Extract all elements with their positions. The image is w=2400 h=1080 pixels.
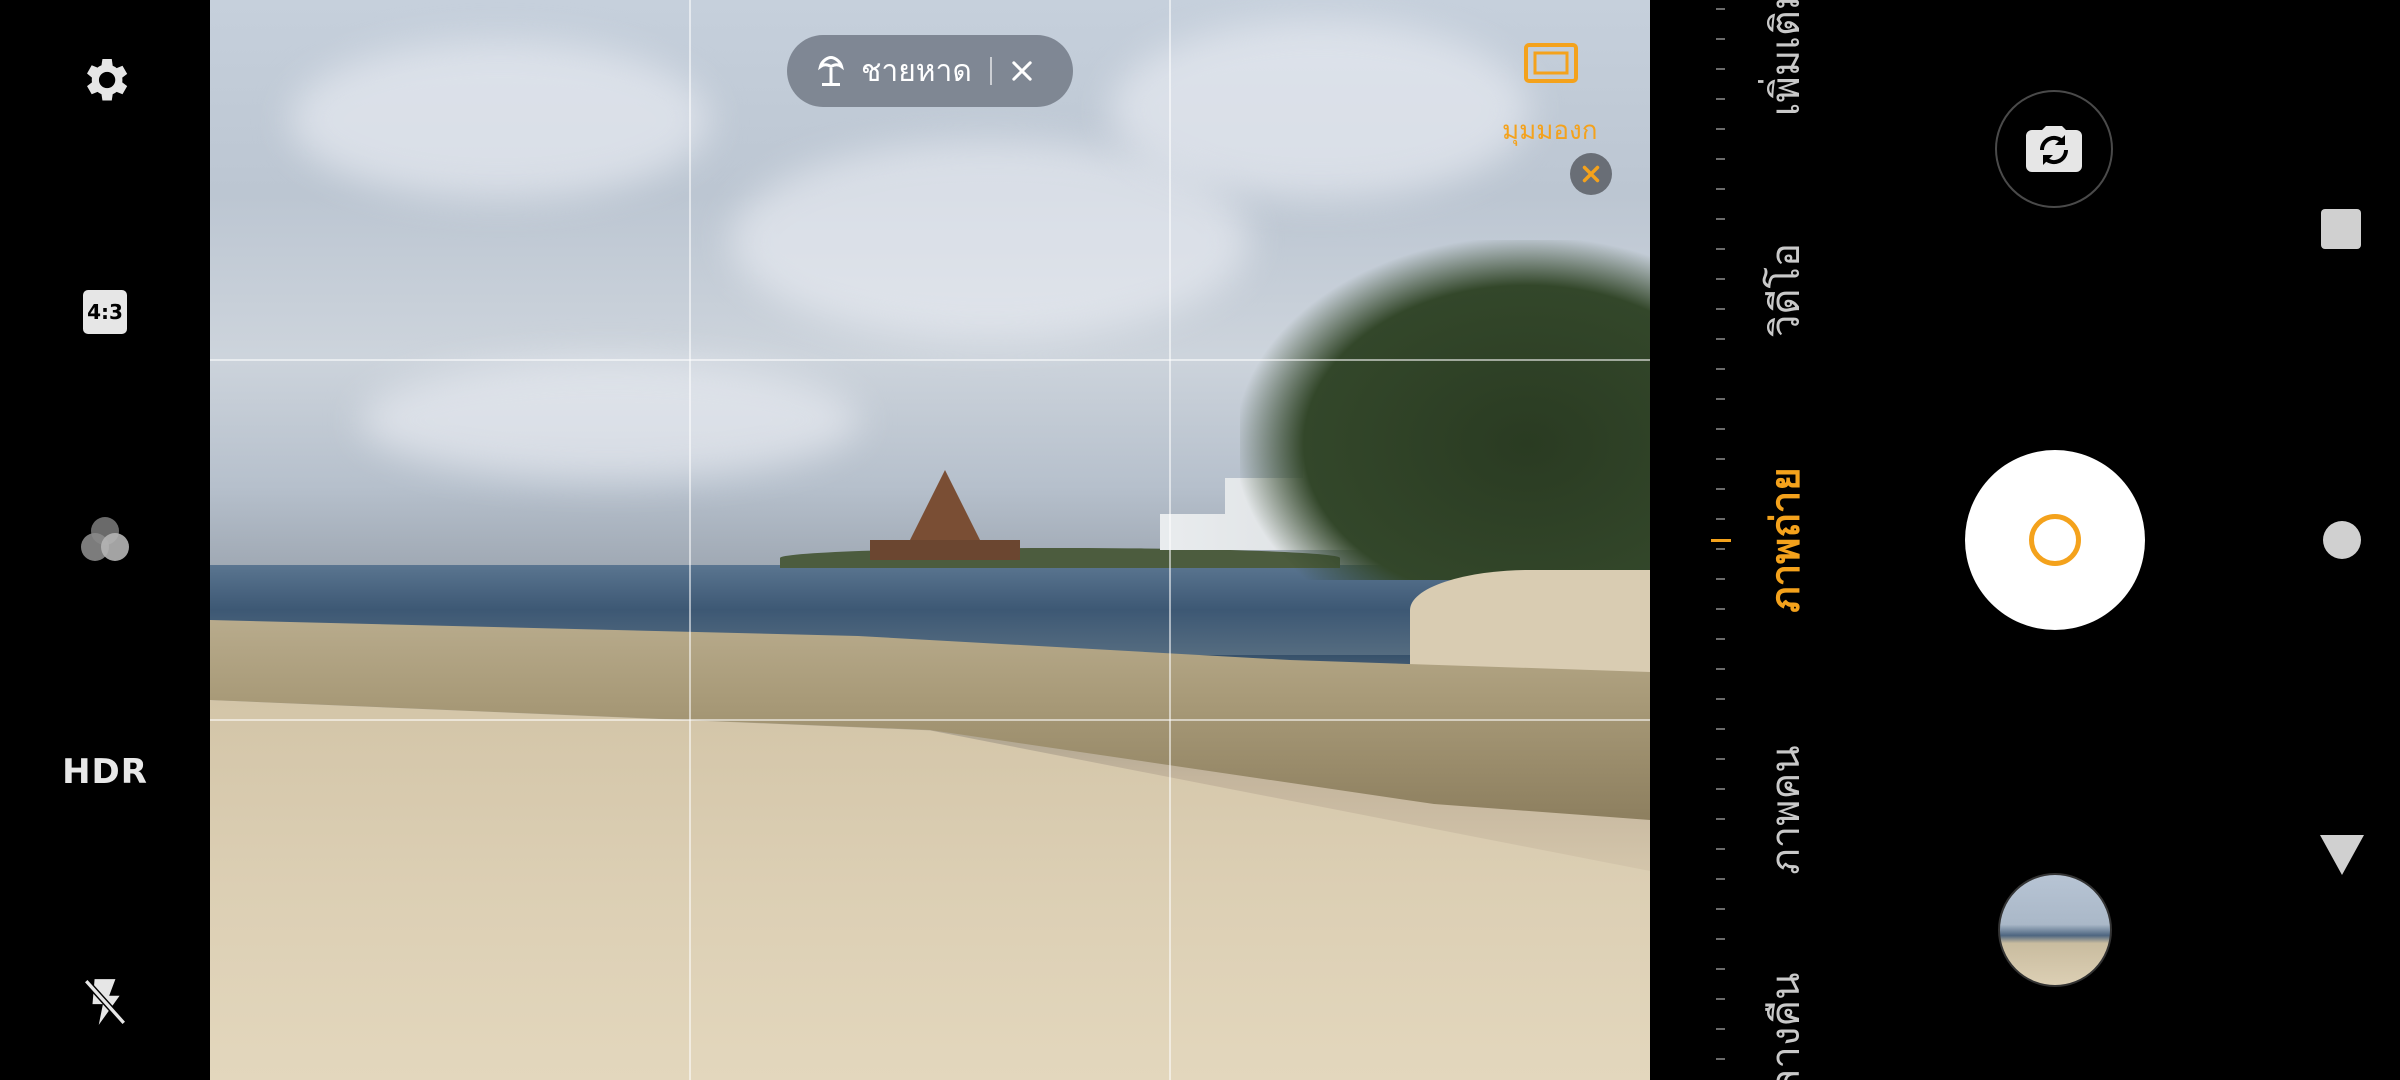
close-icon[interactable] [1008,57,1036,85]
ruler-tick [1716,128,1725,130]
last-photo-thumbnail[interactable] [1998,873,2112,987]
ruler-tick [1716,248,1725,250]
mode-video[interactable]: วิดีโอ [1753,243,1817,337]
ruler-tick [1716,1058,1725,1060]
ruler-tick [1716,698,1725,700]
settings-gear-icon[interactable] [77,52,133,108]
frame-focus-icon[interactable] [1523,42,1579,88]
camera-switch-icon [2026,126,2082,172]
ruler-tick [1716,608,1725,610]
shore [1410,570,1650,680]
ruler-tick [1716,458,1725,460]
mode-portrait[interactable]: ภาพคน [1753,745,1817,874]
grid-line [689,0,691,1080]
aspect-ratio-label: 4:3 [83,290,127,334]
ruler-tick [1716,788,1725,790]
ruler-tick [1716,8,1725,10]
ruler-tick [1716,668,1725,670]
back-button[interactable] [2320,835,2364,875]
ruler-tick [1716,818,1725,820]
grid-line [1169,0,1171,1080]
aspect-ratio-icon[interactable]: 4:3 [83,290,127,334]
ruler-tick [1716,488,1725,490]
trees [1240,240,1650,580]
ruler-tick [1716,728,1725,730]
ruler-tick [1716,218,1725,220]
ruler-tick [1716,188,1725,190]
camera-app: 4:3 HDR ชายหาด มุมมองก เพิ่มเติม วิดีโอ … [0,0,2400,1080]
ruler-tick [1716,1028,1725,1030]
camera-switch-button[interactable] [1995,90,2113,208]
ruler-tick [1716,908,1725,910]
ruler-tick [1716,158,1725,160]
ruler-tick [1716,98,1725,100]
camera-viewfinder[interactable]: ชายหาด มุมมองก [210,0,1650,1080]
left-toolbar: 4:3 HDR [0,0,210,1080]
ruler-tick [1716,68,1725,70]
shutter-ring [2029,514,2081,566]
ruler-tick [1716,758,1725,760]
mode-more[interactable]: เพิ่มเติม [1753,0,1817,116]
ruler-tick [1716,338,1725,340]
ruler-tick [1716,518,1725,520]
cloud [290,40,710,200]
focus-mode-label: มุมมองก [1502,116,1598,146]
flash-off-icon[interactable] [80,974,130,1030]
shutter-button[interactable] [1965,450,2145,630]
hdr-icon[interactable]: HDR [62,752,148,792]
ruler-tick [1716,278,1725,280]
ruler-tick [1716,998,1725,1000]
close-icon[interactable] [1570,153,1612,195]
hdr-label: HDR [62,752,148,792]
recent-apps-button[interactable] [2321,209,2361,249]
home-button[interactable] [2323,521,2361,559]
grid-line [210,719,1650,721]
color-filter-icon[interactable] [75,510,135,570]
ruler-tick [1716,848,1725,850]
ruler-tick [1716,878,1725,880]
cloud [360,360,860,480]
ruler-tick [1716,368,1725,370]
ruler-tick [1716,938,1725,940]
ruler-tick [1716,578,1725,580]
cloud [1110,20,1530,200]
ruler-tick [1716,308,1725,310]
mode-photo[interactable]: ภาพถ่าย [1753,467,1817,612]
pill-divider [989,57,992,85]
ruler-tick [1716,398,1725,400]
ruler-indicator [1711,539,1731,542]
grid-line [210,359,1650,361]
mode-night[interactable]: กลางคืน [1753,973,1817,1080]
temple-base [870,540,1020,560]
ruler-tick [1716,968,1725,970]
scene-beach-icon [818,55,844,86]
ruler-tick [1716,428,1725,430]
scene-label: ชายหาด [861,53,972,89]
scene-detection-pill[interactable]: ชายหาด [787,35,1073,107]
ruler-tick [1716,548,1725,550]
ruler-tick [1716,38,1725,40]
ruler-tick [1716,638,1725,640]
